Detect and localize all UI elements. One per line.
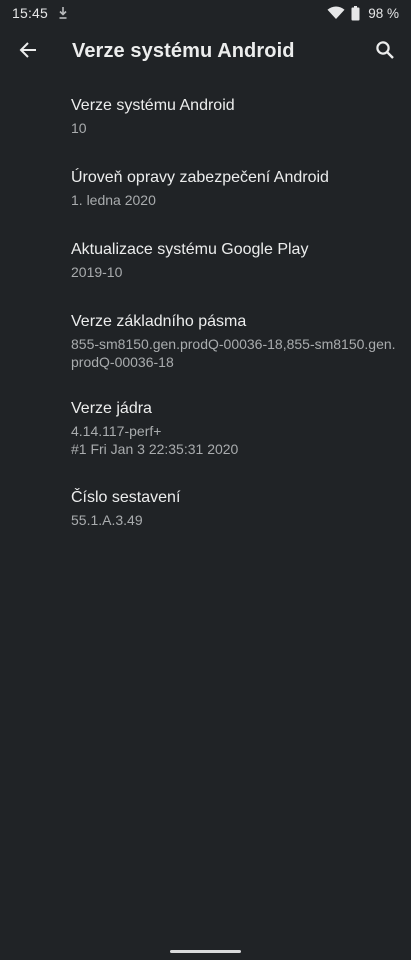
item-value-line: 855-sm8150.gen.prodQ-00036-18,855-sm8150…	[71, 336, 396, 352]
search-icon	[375, 40, 395, 60]
item-value: 2019-10	[71, 263, 401, 281]
item-value: 55.1.A.3.49	[71, 511, 401, 529]
status-bar: 15:45 98 %	[0, 0, 411, 26]
page-title: Verze systému Android	[72, 40, 295, 62]
battery-percentage: 98 %	[368, 5, 399, 21]
download-icon	[58, 6, 68, 20]
item-value-line: 55.1.A.3.49	[71, 512, 143, 528]
item-value: 1. ledna 2020	[71, 191, 401, 209]
list-item-kernel-version[interactable]: Verze jádra 4.14.117-perf+ #1 Fri Jan 3 …	[71, 399, 401, 458]
item-value-line: 2019-10	[71, 264, 123, 280]
item-title: Verze základního pásma	[71, 313, 247, 330]
item-value-line: 1. ledna 2020	[71, 192, 156, 208]
item-value: 4.14.117-perf+ #1 Fri Jan 3 22:35:31 202…	[71, 422, 401, 458]
back-button[interactable]	[10, 32, 46, 68]
item-title: Číslo sestavení	[71, 489, 181, 506]
item-title: Verze systému Android	[71, 97, 235, 114]
item-value-line: 10	[71, 120, 87, 136]
item-title: Úroveň opravy zabezpečení Android	[71, 169, 329, 186]
status-bar-right: 98 %	[327, 5, 399, 21]
item-value: 855-sm8150.gen.prodQ-00036-18,855-sm8150…	[71, 335, 401, 371]
gesture-navigation-handle[interactable]	[170, 950, 241, 953]
status-bar-left: 15:45	[12, 5, 68, 21]
search-button[interactable]	[367, 32, 403, 68]
battery-icon	[351, 5, 360, 21]
list-item-android-version[interactable]: Verze systému Android 10	[71, 96, 401, 137]
android-settings-screen: 15:45 98 % Verze systému Android Verze s…	[0, 0, 411, 960]
item-value-line: prodQ-00036-18	[71, 354, 174, 370]
app-bar: Verze systému Android	[0, 26, 411, 82]
item-value-line: #1 Fri Jan 3 22:35:31 2020	[71, 441, 239, 457]
item-value-line: 4.14.117-perf+	[71, 423, 162, 439]
wifi-icon	[327, 6, 345, 20]
back-arrow-icon	[19, 41, 37, 59]
status-time: 15:45	[12, 5, 49, 21]
item-title: Verze jádra	[71, 400, 152, 417]
list-item-baseband-version[interactable]: Verze základního pásma 855-sm8150.gen.pr…	[71, 312, 401, 371]
list-item-google-play-update[interactable]: Aktualizace systému Google Play 2019-10	[71, 240, 401, 281]
list-item-security-patch[interactable]: Úroveň opravy zabezpečení Android 1. led…	[71, 168, 401, 209]
item-title: Aktualizace systému Google Play	[71, 241, 309, 258]
list-item-build-number[interactable]: Číslo sestavení 55.1.A.3.49	[71, 488, 401, 529]
item-value: 10	[71, 119, 401, 137]
